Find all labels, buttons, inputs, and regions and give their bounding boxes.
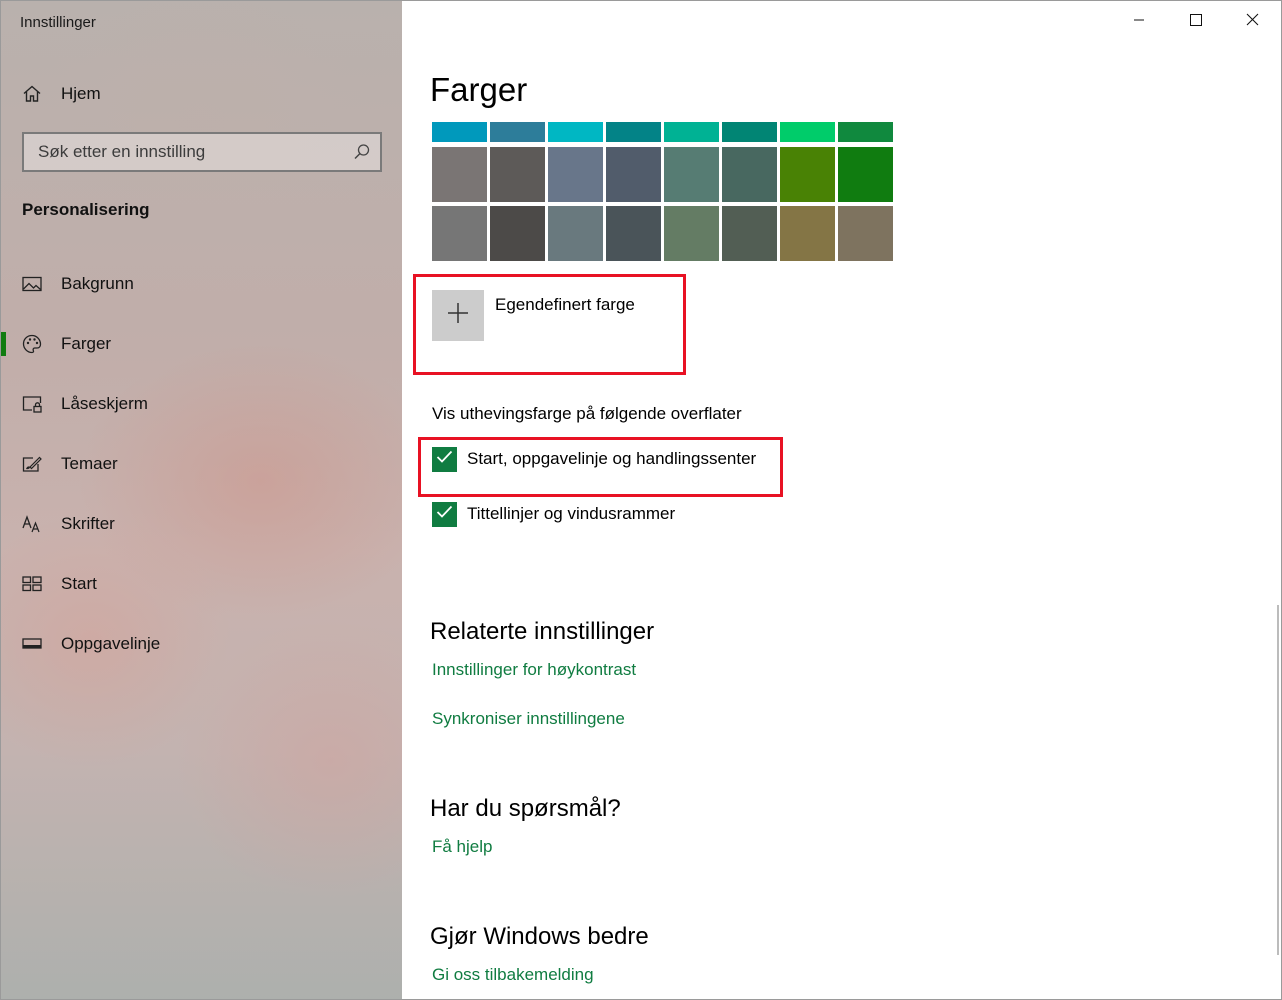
color-swatch[interactable] [490,147,545,202]
maximize-icon [1189,13,1202,31]
high-contrast-link[interactable]: Innstillinger for høykontrast [432,660,636,680]
section-label: Personalisering [22,200,150,219]
sidebar-item-temaer[interactable]: Temaer [1,444,402,484]
sidebar-item-label: Farger [61,334,112,353]
maximize-button[interactable] [1167,1,1224,43]
checkmark-icon [436,450,453,469]
sidebar-item-laseskjerm[interactable]: Låseskjerm [1,384,402,424]
sidebar-item-label: Låseskjerm [61,394,148,413]
sidebar-item-label: Skrifter [61,514,115,533]
sidebar-item-label: Bakgrunn [61,274,134,293]
minimize-button[interactable] [1110,1,1167,43]
app-title: Innstillinger [20,14,96,31]
color-swatch[interactable] [780,122,835,142]
themes-brush-icon [22,454,42,474]
close-button[interactable] [1224,1,1281,43]
taskbar-icon [22,634,42,654]
sidebar-item-label: Hjem [61,84,101,103]
color-swatch[interactable] [838,147,893,202]
improve-windows-heading: Gjør Windows bedre [430,923,649,950]
lock-screen-icon [22,394,42,414]
sidebar-item-home[interactable]: Hjem [1,74,402,114]
sidebar-item-label: Oppgavelinje [61,634,161,653]
color-swatch[interactable] [432,122,487,142]
checkbox-title-bars[interactable] [432,502,457,527]
color-swatch[interactable] [780,206,835,261]
color-swatch-grid [432,122,894,262]
page-title: Farger [430,71,528,108]
color-swatch[interactable] [490,206,545,261]
plus-icon [447,302,469,329]
color-swatch[interactable] [606,147,661,202]
sidebar-item-oppgavelinje[interactable]: Oppgavelinje [1,624,402,664]
search-input[interactable] [24,134,344,170]
feedback-link[interactable]: Gi oss tilbakemelding [432,965,594,985]
sidebar-item-label: Start [61,574,97,593]
get-help-link[interactable]: Få hjelp [432,837,492,857]
color-swatch[interactable] [780,147,835,202]
scrollbar[interactable] [1277,605,1279,955]
sidebar-item-label: Temaer [61,454,118,473]
color-swatch[interactable] [664,147,719,202]
checkmark-icon [436,505,453,524]
minimize-icon [1133,13,1145,31]
checkbox-start-taskbar[interactable] [432,447,457,472]
sidebar-item-bakgrunn[interactable]: Bakgrunn [1,264,402,304]
color-swatch[interactable] [432,147,487,202]
sync-settings-link[interactable]: Synkroniser innstillingene [432,709,625,729]
close-icon [1246,13,1259,31]
color-swatch[interactable] [722,206,777,261]
color-swatch[interactable] [838,206,893,261]
questions-heading: Har du spørsmål? [430,795,621,822]
color-swatch[interactable] [432,206,487,261]
color-swatch[interactable] [606,206,661,261]
related-settings-heading: Relaterte innstillinger [430,618,655,645]
color-swatch[interactable] [722,122,777,142]
palette-icon [22,334,42,354]
search-box [22,132,382,172]
color-swatch[interactable] [606,122,661,142]
sidebar-item-skrifter[interactable]: Skrifter [1,504,402,544]
sidebar-item-farger[interactable]: Farger [1,324,402,364]
color-swatch[interactable] [664,206,719,261]
color-swatch[interactable] [838,122,893,142]
search-icon[interactable] [353,143,371,161]
accent-surfaces-label: Vis uthevingsfarge på følgende overflate… [432,404,742,423]
picture-icon [22,274,42,294]
checkbox-label[interactable]: Tittellinjer og vindusrammer [467,504,675,524]
settings-window: Innstillinger Hjem Personalisering Bakgr… [0,0,1282,1000]
fonts-icon [22,514,42,534]
color-swatch[interactable] [548,122,603,142]
color-swatch[interactable] [490,122,545,142]
sidebar-item-start[interactable]: Start [1,564,402,604]
color-swatch[interactable] [722,147,777,202]
start-grid-icon [22,574,42,594]
home-icon [22,84,42,104]
color-swatch[interactable] [664,122,719,142]
sidebar: Innstillinger Hjem Personalisering Bakgr… [1,1,402,999]
checkbox-label[interactable]: Start, oppgavelinje og handlingssenter [467,449,756,469]
color-swatch[interactable] [548,206,603,261]
custom-color-button[interactable] [432,290,484,341]
color-swatch[interactable] [548,147,603,202]
custom-color-label[interactable]: Egendefinert farge [495,295,635,315]
